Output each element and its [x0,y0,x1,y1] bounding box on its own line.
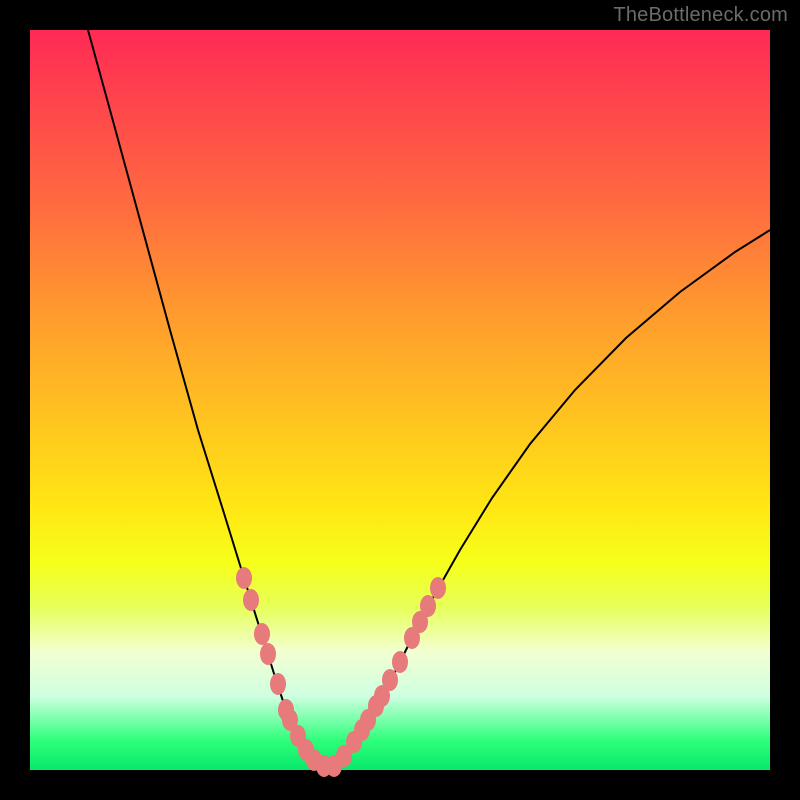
chart-svg [30,30,770,770]
plot-area [30,30,770,770]
curve-right [332,230,770,766]
data-dot [420,595,436,617]
data-dot [382,669,398,691]
data-dots [236,567,446,777]
data-dot [260,643,276,665]
data-dot [243,589,259,611]
data-dot [270,673,286,695]
data-dot [236,567,252,589]
curve-left [88,30,322,766]
data-dot [430,577,446,599]
watermark-text: TheBottleneck.com [613,4,788,27]
data-dot [254,623,270,645]
data-dot [392,651,408,673]
